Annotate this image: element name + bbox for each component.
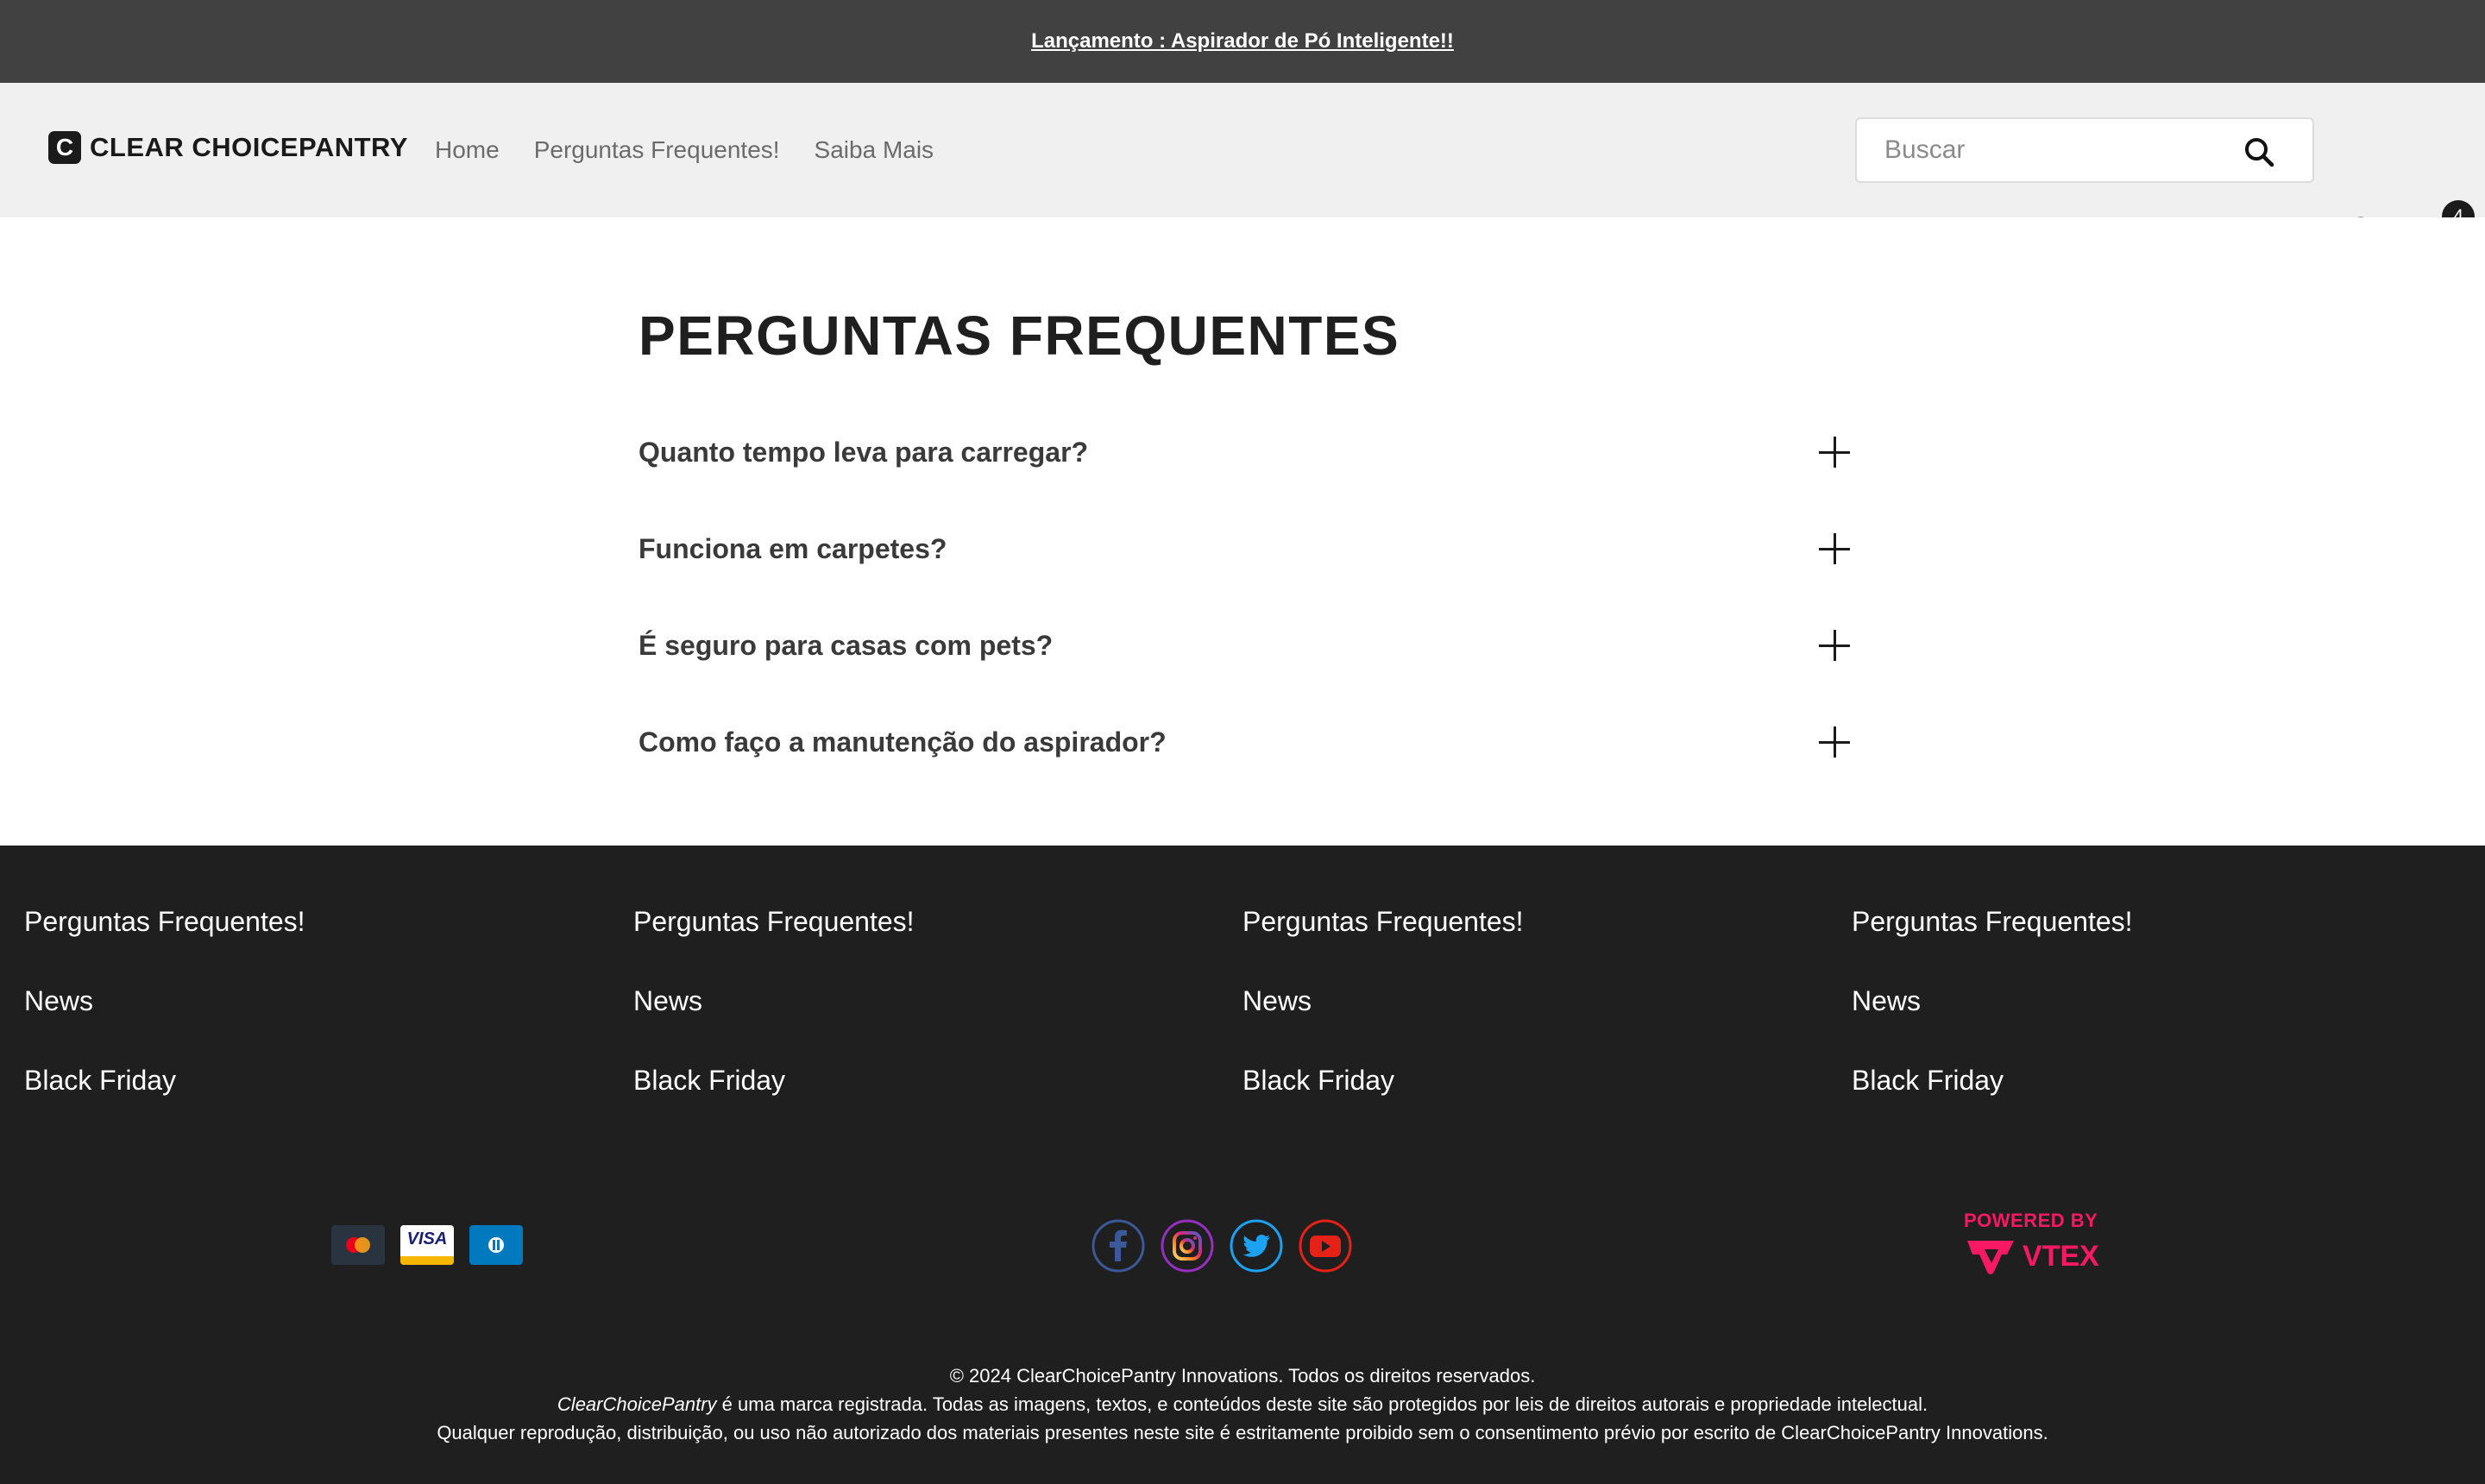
copyright-line: © 2024 ClearChoicePantry Innovations. To… — [949, 1365, 1536, 1387]
youtube-icon[interactable] — [1298, 1218, 1353, 1273]
footer-link-black-friday[interactable]: Black Friday — [1242, 1066, 1524, 1146]
footer-link-faq[interactable]: Perguntas Frequentes! — [1852, 908, 2133, 987]
instagram-icon[interactable] — [1160, 1218, 1215, 1273]
logo-text: CLEAR CHOICEPANTRY — [90, 132, 408, 162]
vtex-brand-text: VTEX — [2023, 1239, 2099, 1273]
vtex-logo-icon — [1967, 1241, 2014, 1274]
footer-link-black-friday[interactable]: Black Friday — [24, 1066, 305, 1146]
search-box — [1855, 117, 2314, 183]
trademark-brand: ClearChoicePantry — [557, 1393, 717, 1415]
footer-link-news[interactable]: News — [633, 987, 915, 1066]
plus-icon[interactable] — [1819, 533, 1850, 564]
plus-icon[interactable] — [1819, 726, 1850, 758]
footer-link-news[interactable]: News — [24, 987, 305, 1066]
plus-icon[interactable] — [1819, 437, 1850, 468]
footer-link-black-friday[interactable]: Black Friday — [633, 1066, 915, 1146]
footer-column: Perguntas Frequentes! News Black Friday — [1852, 908, 2133, 1146]
nav-saiba-mais[interactable]: Saiba Mais — [815, 136, 934, 164]
plus-icon[interactable] — [1819, 630, 1850, 661]
vtex-powered-label: POWERED BY — [1964, 1210, 2098, 1231]
search-icon[interactable] — [2243, 136, 2274, 167]
payment-methods: VISA — [331, 1225, 523, 1265]
trademark-line: ClearChoicePantry é uma marca registrada… — [0, 1390, 2485, 1418]
faq-item[interactable]: Quanto tempo leva para carregar? — [639, 426, 1850, 478]
trademark-text: é uma marca registrada. Todas as imagens… — [716, 1393, 1928, 1415]
legal-notice: © 2024 ClearChoicePantry Innovations. To… — [0, 1361, 2485, 1447]
faq-question: Quanto tempo leva para carregar? — [639, 436, 1089, 468]
footer-link-faq[interactable]: Perguntas Frequentes! — [633, 908, 915, 987]
reproduction-line: Qualquer reprodução, distribuição, ou us… — [437, 1422, 2048, 1443]
announcement-bar: Lançamento : Aspirador de Pó Inteligente… — [0, 0, 2485, 83]
twitter-icon[interactable] — [1229, 1218, 1284, 1273]
footer-link-news[interactable]: News — [1242, 987, 1524, 1066]
vtex-badge[interactable]: POWERED BY VTEX — [1964, 1210, 2105, 1277]
faq-section: PERGUNTAS FREQUENTES Quanto tempo leva p… — [0, 217, 2485, 846]
nav-home[interactable]: Home — [435, 136, 500, 164]
logo-mark-icon: C — [48, 131, 81, 164]
diners-icon — [469, 1225, 523, 1265]
faq-question: É seguro para casas com pets? — [639, 629, 1054, 661]
footer-column: Perguntas Frequentes! News Black Friday — [633, 908, 915, 1146]
faq-item[interactable]: É seguro para casas com pets? — [639, 619, 1850, 671]
faq-item[interactable]: Funciona em carpetes? — [639, 523, 1850, 575]
nav-faq[interactable]: Perguntas Frequentes! — [534, 136, 780, 164]
footer-column: Perguntas Frequentes! News Black Friday — [24, 908, 305, 1146]
faq-question: Como faço a manutenção do aspirador? — [639, 726, 1167, 758]
faq-item[interactable]: Como faço a manutenção do aspirador? — [639, 716, 1850, 768]
footer-link-black-friday[interactable]: Black Friday — [1852, 1066, 2133, 1146]
facebook-icon[interactable] — [1091, 1218, 1146, 1273]
announcement-link[interactable]: Lançamento : Aspirador de Pó Inteligente… — [1031, 29, 1454, 53]
footer-link-news[interactable]: News — [1852, 987, 2133, 1066]
search-input[interactable] — [1857, 120, 2236, 180]
mastercard-icon — [331, 1225, 385, 1265]
site-logo[interactable]: C CLEAR CHOICEPANTRY — [48, 131, 408, 164]
footer-link-faq[interactable]: Perguntas Frequentes! — [1242, 908, 1524, 987]
footer-link-faq[interactable]: Perguntas Frequentes! — [24, 908, 305, 987]
page-title: PERGUNTAS FREQUENTES — [639, 305, 1400, 367]
social-links — [1091, 1218, 1353, 1273]
site-header: C CLEAR CHOICEPANTRY Home Perguntas Freq… — [0, 83, 2485, 248]
footer-column: Perguntas Frequentes! News Black Friday — [1242, 908, 1524, 1146]
visa-icon: VISA — [400, 1225, 454, 1265]
site-footer: Perguntas Frequentes! News Black Friday … — [0, 846, 2485, 1484]
faq-question: Funciona em carpetes? — [639, 532, 947, 564]
main-nav: Home Perguntas Frequentes! Saiba Mais — [435, 83, 968, 217]
visa-label: VISA — [406, 1229, 448, 1248]
